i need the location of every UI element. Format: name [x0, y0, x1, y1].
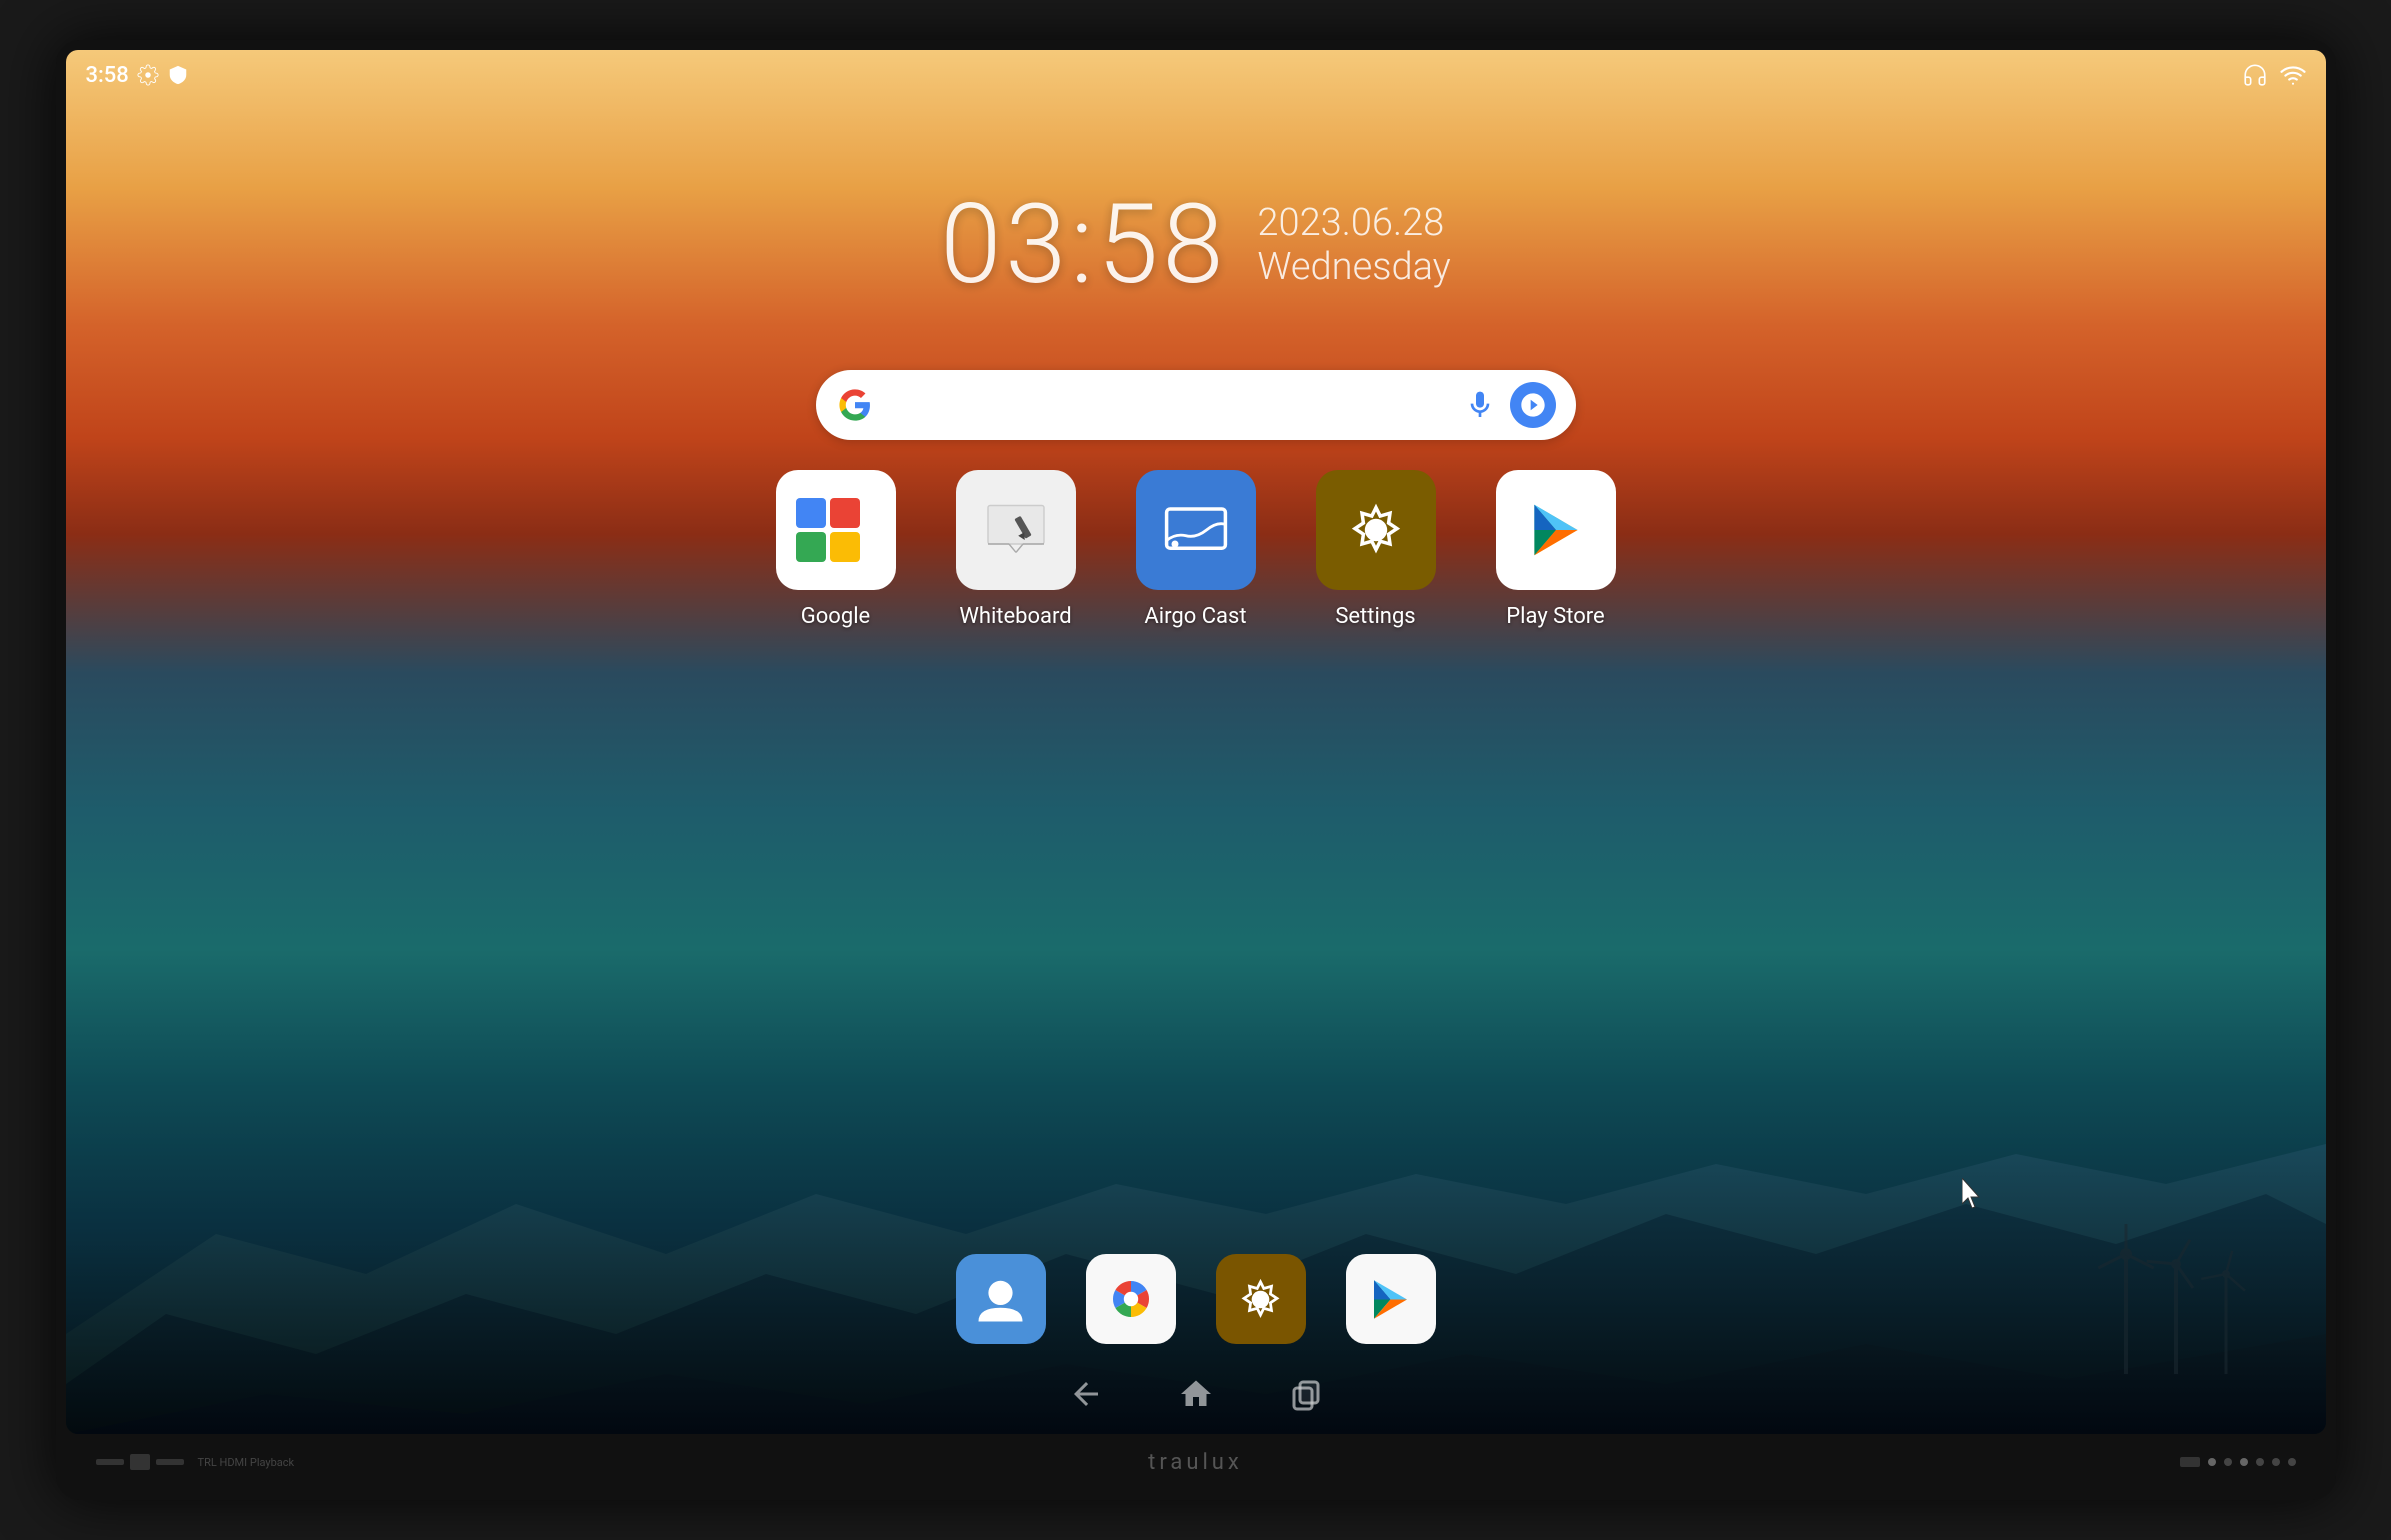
app-whiteboard[interactable]: Whiteboard [956, 470, 1076, 629]
nav-recents-button[interactable] [1281, 1374, 1331, 1414]
lens-icon[interactable] [1510, 382, 1556, 428]
dock-play-store[interactable] [1346, 1254, 1436, 1344]
notification-status-icon [167, 64, 189, 86]
nav-home-button[interactable] [1171, 1374, 1221, 1414]
dock-area [956, 1254, 1436, 1344]
status-bar: 3:58 [66, 50, 2326, 100]
airgo-cast-app-label: Airgo Cast [1144, 604, 1246, 629]
google-app-label: Google [801, 604, 870, 629]
wifi-icon [2280, 62, 2306, 88]
clock-date: 2023.06.28 [1257, 201, 1450, 245]
status-right [2242, 62, 2306, 88]
dock-photos[interactable] [1086, 1254, 1176, 1344]
brand-label: traulux [1148, 1450, 1243, 1475]
google-g-logo [836, 386, 874, 424]
whiteboard-app-label: Whiteboard [959, 604, 1071, 629]
search-icons [1464, 382, 1556, 428]
dock-settings[interactable] [1216, 1254, 1306, 1344]
clock-day: Wednesday [1257, 245, 1450, 289]
tv-bottom-bezel: TRL HDMI Playback traulux [66, 1434, 2326, 1490]
app-google[interactable]: Google [776, 470, 896, 629]
settings-app-label: Settings [1335, 604, 1415, 629]
clock-date-area: 2023.06.28 Wednesday [1257, 201, 1450, 289]
airgo-cast-app-icon [1136, 470, 1256, 590]
search-input[interactable] [886, 370, 1452, 440]
status-time: 3:58 [86, 63, 129, 88]
tv-screen: 3:58 [66, 50, 2326, 1434]
settings-app-icon [1316, 470, 1436, 590]
app-airgo-cast[interactable]: Airgo Cast [1136, 470, 1256, 629]
mic-icon[interactable] [1464, 389, 1496, 421]
nav-bar [1061, 1374, 1331, 1414]
tv-device: 3:58 [56, 40, 2336, 1500]
play-store-app-label: Play Store [1506, 604, 1604, 629]
settings-status-icon [137, 64, 159, 86]
search-bar[interactable] [816, 370, 1576, 440]
clock-area: 03:58 2023.06.28 Wednesday [940, 180, 1451, 309]
bezel-right-controls [2180, 1457, 2296, 1467]
apps-grid: Google Whiteboard [776, 470, 1616, 629]
cursor [1962, 1178, 1986, 1214]
headphone-icon [2242, 62, 2268, 88]
google-app-icon [776, 470, 896, 590]
dock-contacts[interactable] [956, 1254, 1046, 1344]
play-store-app-icon [1496, 470, 1616, 590]
clock-time: 03:58 [940, 180, 1227, 309]
bezel-left-controls: TRL HDMI Playback [96, 1454, 295, 1470]
app-settings[interactable]: Settings [1316, 470, 1436, 629]
nav-back-button[interactable] [1061, 1374, 1111, 1414]
status-left: 3:58 [86, 63, 189, 88]
whiteboard-app-icon [956, 470, 1076, 590]
app-play-store[interactable]: Play Store [1496, 470, 1616, 629]
